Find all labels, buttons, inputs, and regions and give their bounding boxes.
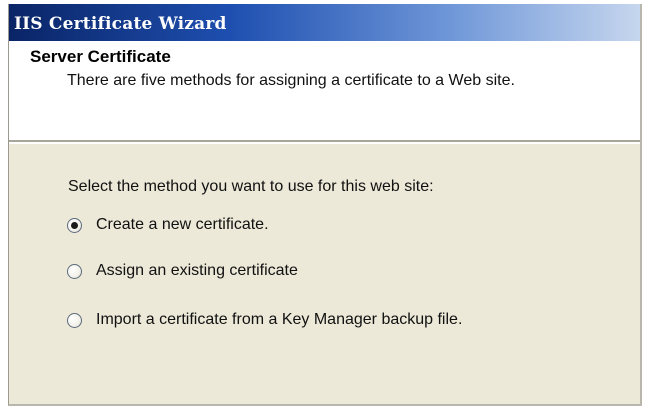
radio-assign-existing-certificate[interactable] [67, 263, 82, 279]
page-subtitle: There are five methods for assigning a c… [67, 72, 515, 89]
radio-create-new-certificate[interactable] [67, 217, 82, 233]
option-create-new-certificate[interactable]: Create a new certificate. [67, 214, 269, 236]
title-bar[interactable]: IIS Certificate Wizard [9, 4, 640, 41]
radio-import-from-backup[interactable] [67, 312, 82, 328]
window-title: IIS Certificate Wizard [14, 14, 227, 34]
option-assign-existing-certificate[interactable]: Assign an existing certificate [67, 260, 298, 282]
wizard-header: Server Certificate There are five method… [9, 41, 640, 142]
option-label-import-backup[interactable]: Import a certificate from a Key Manager … [96, 311, 462, 329]
method-prompt: Select the method you want to use for th… [68, 178, 434, 195]
page-title: Server Certificate [30, 47, 171, 66]
option-label-assign-existing[interactable]: Assign an existing certificate [96, 262, 298, 280]
option-import-from-backup[interactable]: Import a certificate from a Key Manager … [67, 309, 462, 331]
option-label-create-new[interactable]: Create a new certificate. [96, 216, 269, 234]
wizard-body: Select the method you want to use for th… [9, 144, 640, 404]
wizard-window: IIS Certificate Wizard Server Certificat… [8, 4, 642, 406]
